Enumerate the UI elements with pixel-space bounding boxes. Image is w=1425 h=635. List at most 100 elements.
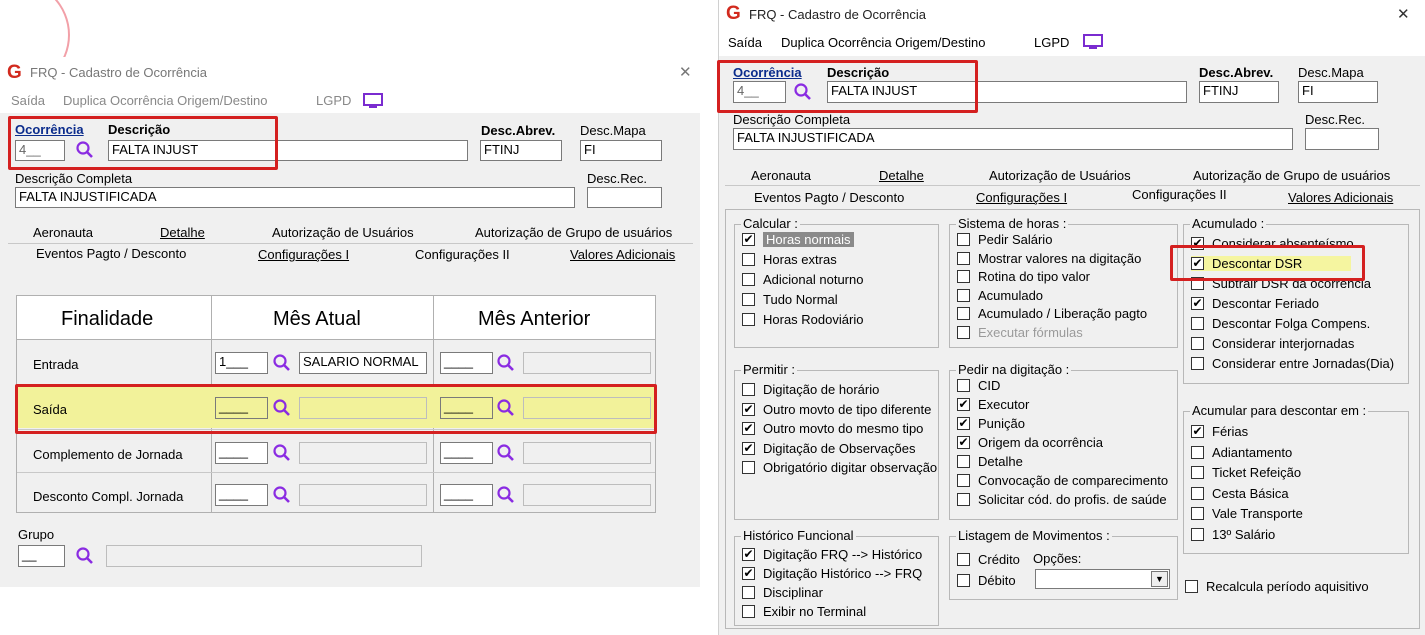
checkbox-box[interactable] xyxy=(957,251,970,265)
checkbox-box[interactable] xyxy=(957,574,970,587)
checkbox-box[interactable] xyxy=(1191,317,1204,330)
checkbox-box[interactable] xyxy=(957,270,970,283)
pedir-checkbox-1[interactable]: CID xyxy=(957,378,1000,393)
checkbox-box[interactable]: ✔ xyxy=(1191,297,1204,310)
grupo-input[interactable]: __ xyxy=(18,545,65,567)
checkbox-box[interactable] xyxy=(742,293,755,306)
search-icon[interactable] xyxy=(272,485,292,505)
tab-detalhe[interactable]: Detalhe xyxy=(879,168,924,183)
desc-mapa-input[interactable]: FI xyxy=(580,140,662,161)
acumular-checkbox-2[interactable]: Adiantamento xyxy=(1191,445,1292,460)
checkbox-box[interactable] xyxy=(742,605,755,618)
search-icon[interactable] xyxy=(496,485,516,505)
checkbox-box[interactable]: ✔ xyxy=(742,441,755,455)
checkbox-box[interactable]: ✔ xyxy=(742,402,755,416)
tab-autorizacao-usuarios[interactable]: Autorização de Usuários xyxy=(989,168,1131,183)
checkbox-box[interactable] xyxy=(957,288,970,302)
historico-checkbox-4[interactable]: Exibir no Terminal xyxy=(742,604,866,619)
menu-duplica[interactable]: Duplica Ocorrência Origem/Destino xyxy=(63,93,267,108)
tab-aeronauta[interactable]: Aeronauta xyxy=(33,225,93,240)
checkbox-box[interactable] xyxy=(742,253,755,266)
calcular-checkbox-5[interactable]: Horas Rodoviário xyxy=(742,312,863,327)
descricao-completa-input[interactable]: FALTA INJUSTIFICADA xyxy=(733,128,1293,150)
menu-saida[interactable]: Saída xyxy=(11,93,45,108)
acumular-checkbox-3[interactable]: Ticket Refeição xyxy=(1191,465,1301,480)
checkbox-box[interactable] xyxy=(957,455,970,468)
checkbox-box[interactable] xyxy=(742,313,755,326)
checkbox-box[interactable] xyxy=(957,553,970,566)
checkbox-box[interactable] xyxy=(1185,580,1198,593)
sistema-checkbox-1[interactable]: Pedir Salário xyxy=(957,232,1052,247)
left-close-icon[interactable]: ✕ xyxy=(679,63,692,81)
search-icon[interactable] xyxy=(272,443,292,463)
complemento-ant-code[interactable]: ____ xyxy=(440,442,493,464)
search-icon[interactable] xyxy=(75,546,95,566)
checkbox-box[interactable] xyxy=(742,383,755,396)
entrada-ant-code[interactable]: ____ xyxy=(440,352,493,374)
calcular-checkbox-3[interactable]: Adicional noturno xyxy=(742,272,863,287)
tab-autorizacao-usuarios[interactable]: Autorização de Usuários xyxy=(272,225,414,240)
right-close-icon[interactable]: ✕ xyxy=(1397,5,1410,23)
checkbox-box[interactable] xyxy=(957,325,970,339)
checkbox-box[interactable] xyxy=(1191,466,1204,479)
tab-valores-adicionais[interactable]: Valores Adicionais xyxy=(570,247,675,262)
entrada-atual-code[interactable]: 1___ xyxy=(215,352,268,374)
acumulado-checkbox-5[interactable]: Descontar Folga Compens. xyxy=(1191,316,1370,331)
tab-eventos-pagto[interactable]: Eventos Pagto / Desconto xyxy=(36,246,186,261)
sistema-checkbox-3[interactable]: Rotina do tipo valor xyxy=(957,269,1090,284)
monitor-icon[interactable] xyxy=(1083,34,1103,50)
checkbox-box[interactable]: ✔ xyxy=(957,436,970,449)
calcular-checkbox-4[interactable]: Tudo Normal xyxy=(742,292,838,307)
historico-checkbox-3[interactable]: Disciplinar xyxy=(742,585,823,600)
tab-valores-adicionais[interactable]: Valores Adicionais xyxy=(1288,190,1393,205)
tab-configuracoes-i[interactable]: Configurações I xyxy=(258,247,349,262)
checkbox-box[interactable]: ✔ xyxy=(957,398,970,411)
permitir-checkbox-1[interactable]: Digitação de horário xyxy=(742,382,879,397)
checkbox-box[interactable]: ✔ xyxy=(742,548,755,561)
acumular-checkbox-5[interactable]: Vale Transporte xyxy=(1191,506,1303,521)
sistema-checkbox-2[interactable]: Mostrar valores na digitação xyxy=(957,251,1141,266)
tab-configuracoes-ii[interactable]: Configurações II xyxy=(1132,187,1227,202)
tab-detalhe[interactable]: Detalhe xyxy=(160,225,205,240)
monitor-icon[interactable] xyxy=(363,93,383,109)
desc-rec-input[interactable] xyxy=(1305,128,1379,150)
checkbox-box[interactable] xyxy=(957,379,970,392)
checkbox-box[interactable] xyxy=(957,474,970,487)
calcular-checkbox-2[interactable]: Horas extras xyxy=(742,252,837,267)
historico-checkbox-2[interactable]: ✔ Digitação Histórico --> FRQ xyxy=(742,566,922,581)
pedir-checkbox-5[interactable]: Detalhe xyxy=(957,454,1023,469)
checkbox-box[interactable] xyxy=(1191,507,1204,520)
checkbox-box[interactable] xyxy=(1191,486,1204,500)
checkbox-box[interactable]: ✔ xyxy=(742,233,755,246)
permitir-checkbox-3[interactable]: ✔ Outro movto do mesmo tipo xyxy=(742,421,923,436)
desc-abrev-input[interactable]: FTINJ xyxy=(1199,81,1279,103)
listagem-checkbox-1[interactable]: Crédito xyxy=(957,552,1020,567)
desc-mapa-input[interactable]: FI xyxy=(1298,81,1378,103)
calcular-checkbox-1[interactable]: ✔ Horas normais xyxy=(742,232,854,247)
search-icon[interactable] xyxy=(272,353,292,373)
tab-autorizacao-grupo[interactable]: Autorização de Grupo de usuários xyxy=(1193,168,1390,183)
acumulado-checkbox-7[interactable]: Considerar entre Jornadas(Dia) xyxy=(1191,356,1394,371)
permitir-checkbox-5[interactable]: Obrigatório digitar observação xyxy=(742,460,937,475)
acumular-checkbox-4[interactable]: Cesta Básica xyxy=(1191,486,1289,501)
tab-eventos-pagto[interactable]: Eventos Pagto / Desconto xyxy=(754,190,904,205)
checkbox-box[interactable] xyxy=(957,307,970,320)
permitir-checkbox-2[interactable]: ✔ Outro movto de tipo diferente xyxy=(742,402,931,417)
pedir-checkbox-7[interactable]: Solicitar cód. do profis. de saúde xyxy=(957,492,1167,507)
checkbox-box[interactable] xyxy=(742,461,755,474)
checkbox-box[interactable] xyxy=(1191,357,1204,370)
checkbox-box[interactable]: ✔ xyxy=(742,422,755,435)
listagem-checkbox-2[interactable]: Débito xyxy=(957,573,1016,588)
opcoes-dropdown-button[interactable]: ▼ xyxy=(1151,571,1168,587)
checkbox-box[interactable] xyxy=(1191,445,1204,459)
opcoes-select[interactable] xyxy=(1035,569,1170,589)
menu-saida[interactable]: Saída xyxy=(728,35,762,50)
acumular-checkbox-6[interactable]: 13º Salário xyxy=(1191,527,1275,542)
search-icon[interactable] xyxy=(496,353,516,373)
complemento-atual-code[interactable]: ____ xyxy=(215,442,268,464)
acumulado-checkbox-6[interactable]: Considerar interjornadas xyxy=(1191,336,1354,351)
pedir-checkbox-2[interactable]: ✔ Executor xyxy=(957,397,1029,412)
menu-lgpd[interactable]: LGPD xyxy=(316,93,351,108)
tab-aeronauta[interactable]: Aeronauta xyxy=(751,168,811,183)
desconto-atual-code[interactable]: ____ xyxy=(215,484,268,506)
